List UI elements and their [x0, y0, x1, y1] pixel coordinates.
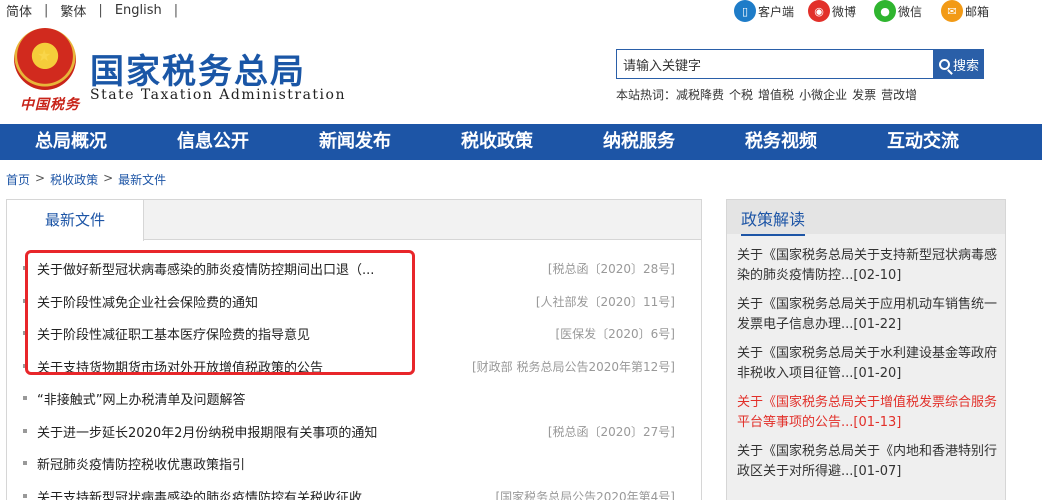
breadcrumb-separator: >: [35, 171, 46, 185]
list-item[interactable]: 关于支持新型冠状病毒感染的肺炎疫情防控有关税收征收... [国家税务总局公告20…: [7, 480, 701, 500]
main-nav: 总局概况 信息公开 新闻发布 税收政策 纳税服务 税务视频 互动交流: [0, 124, 1042, 160]
search-input[interactable]: [616, 49, 934, 79]
document-list: 关于做好新型冠状病毒感染的肺炎疫情防控期间出口退（... [税总函〔2020〕2…: [7, 252, 701, 500]
national-emblem-logo: ★: [14, 28, 76, 90]
document-title-link[interactable]: 关于进一步延长2020年2月份纳税申报期限有关事项的通知: [37, 422, 377, 441]
search-icon: [938, 58, 950, 70]
site-title[interactable]: 国家税务总局: [90, 44, 306, 93]
wechat-icon: ●: [874, 0, 896, 22]
weibo-icon: ◉: [808, 0, 830, 22]
tab-latest-documents[interactable]: 最新文件: [7, 200, 144, 241]
bullet: [23, 331, 27, 335]
site-header: ★ 中国税务 国家税务总局 State Taxation Administrat…: [0, 22, 1042, 124]
nav-item-tax-video[interactable]: 税务视频: [710, 124, 852, 160]
wechat-link[interactable]: ● 微信: [874, 0, 922, 22]
document-title-link[interactable]: 关于做好新型冠状病毒感染的肺炎疫情防控期间出口退（...: [37, 259, 374, 278]
lang-simplified-link[interactable]: 简体: [6, 1, 32, 20]
bullet: [23, 493, 27, 498]
lang-traditional-link[interactable]: 繁体: [60, 1, 86, 20]
list-item[interactable]: 关于进一步延长2020年2月份纳税申报期限有关事项的通知 [税总函〔2020〕2…: [7, 415, 701, 448]
nav-item-tax-policy[interactable]: 税收政策: [426, 124, 568, 160]
interpretation-list: 关于《国家税务总局关于支持新型冠状病毒感染的肺炎疫情防控...[02-10] 关…: [737, 246, 999, 491]
bullet: [23, 428, 27, 433]
mail-label: 邮箱: [965, 4, 990, 19]
lang-english-link[interactable]: English: [115, 3, 162, 18]
list-item[interactable]: 关于阶段性减免企业社会保险费的通知 [人社部发〔2020〕11号]: [7, 285, 701, 318]
latest-documents-panel: 最新文件 关于做好新型冠状病毒感染的肺炎疫情防控期间出口退（... [税总函〔2…: [6, 199, 702, 500]
hot-words-label: 本站热词：: [616, 88, 677, 102]
divider: |: [44, 3, 49, 18]
hot-words: 本站热词： 减税降费 个税 增值税 小微企业 发票 营改增: [616, 86, 922, 103]
client-app-link[interactable]: ▯ 客户端: [734, 0, 794, 22]
breadcrumb-separator: >: [103, 171, 114, 185]
nav-item-overview[interactable]: 总局概况: [0, 124, 142, 160]
divider: |: [98, 3, 103, 18]
weibo-label: 微博: [832, 4, 857, 19]
document-title-link[interactable]: 关于支持新型冠状病毒感染的肺炎疫情防控有关税收征收...: [37, 487, 374, 500]
mail-icon: ✉: [941, 0, 963, 22]
side-panel-title[interactable]: 政策解读: [741, 206, 806, 236]
star-icon: ★: [37, 46, 52, 65]
document-code: [医保发〔2020〕6号]: [555, 327, 675, 341]
emblem-caption: 中国税务: [20, 97, 80, 113]
client-app-label: 客户端: [758, 4, 795, 19]
interpretation-link[interactable]: 关于《国家税务总局关于应用机动车销售统一发票电子信息办理...[01-22]: [737, 295, 999, 335]
interpretation-link-highlighted[interactable]: 关于《国家税务总局关于增值税发票综合服务平台等事项的公告...[01-13]: [737, 393, 999, 433]
nav-item-news[interactable]: 新闻发布: [284, 124, 426, 160]
interpretation-link[interactable]: 关于《国家税务总局关于支持新型冠状病毒感染的肺炎疫情防控...[02-10]: [737, 246, 999, 286]
list-item[interactable]: 关于阶段性减征职工基本医疗保险费的指导意见 [医保发〔2020〕6号]: [7, 317, 701, 350]
breadcrumb-home-link[interactable]: 首页: [6, 171, 30, 188]
top-bar: 简体 | 繁体 | English | ▯ 客户端 ◉ 微博 ● 微信 ✉ 邮箱: [0, 0, 1042, 22]
hot-word-link[interactable]: 增值税: [758, 86, 794, 103]
bullet: [23, 461, 27, 465]
tab-strip: 最新文件: [7, 200, 701, 241]
document-title-link[interactable]: 关于阶段性减免企业社会保险费的通知: [37, 292, 258, 311]
language-switcher: 简体 | 繁体 | English |: [6, 1, 190, 20]
interpretation-link[interactable]: 关于《国家税务总局关于水利建设基金等政府非税收入项目征管...[01-20]: [737, 344, 999, 384]
search-button[interactable]: 搜索: [934, 49, 984, 79]
interpretation-link[interactable]: 关于《国家税务总局关于《内地和香港特别行政区关于对所得避...[01-07]: [737, 442, 999, 482]
document-code: [税总函〔2020〕27号]: [547, 424, 675, 439]
breadcrumb: 首页 > 税收政策 > 最新文件: [6, 171, 166, 188]
search-button-label: 搜索: [952, 58, 979, 74]
list-item[interactable]: 关于支持货物期货市场对外开放增值税政策的公告 [财政部 税务总局公告2020年第…: [7, 350, 701, 383]
nav-item-interaction[interactable]: 互动交流: [852, 124, 994, 160]
document-code: [人社部发〔2020〕11号]: [535, 294, 675, 309]
wechat-label: 微信: [898, 4, 923, 19]
nav-item-disclosure[interactable]: 信息公开: [142, 124, 284, 160]
hot-word-link[interactable]: 减税降费: [676, 86, 724, 103]
nav-item-taxpayer-service[interactable]: 纳税服务: [568, 124, 710, 160]
mail-link[interactable]: ✉ 邮箱: [941, 0, 989, 22]
hot-word-link[interactable]: 个税: [729, 86, 753, 103]
document-code: [国家税务总局公告2020年第4号]: [495, 489, 675, 500]
list-item[interactable]: 关于做好新型冠状病毒感染的肺炎疫情防控期间出口退（... [税总函〔2020〕2…: [7, 252, 701, 285]
document-title-link[interactable]: 关于支持货物期货市场对外开放增值税政策的公告: [37, 357, 323, 376]
divider: |: [173, 3, 179, 18]
side-panel-header: 政策解读: [727, 200, 1005, 236]
hot-word-link[interactable]: 营改增: [881, 86, 917, 103]
document-title-link[interactable]: 关于阶段性减征职工基本医疗保险费的指导意见: [37, 324, 310, 343]
list-item[interactable]: 新冠肺炎疫情防控税收优惠政策指引: [7, 447, 701, 480]
breadcrumb-latest-docs-link[interactable]: 最新文件: [118, 171, 166, 188]
document-code: [财政部 税务总局公告2020年第12号]: [472, 359, 675, 374]
bullet: [23, 363, 27, 368]
document-title-link[interactable]: “非接触式”网上办税清单及问题解答: [37, 389, 245, 408]
bullet: [23, 298, 27, 303]
bullet: [23, 266, 27, 270]
hot-word-link[interactable]: 小微企业: [799, 86, 847, 103]
bullet: [23, 396, 27, 400]
policy-interpretation-panel: 政策解读 关于《国家税务总局关于支持新型冠状病毒感染的肺炎疫情防控...[02-…: [726, 199, 1006, 500]
document-code: [税总函〔2020〕28号]: [547, 262, 675, 276]
site-subtitle: State Taxation Administration: [90, 87, 346, 103]
list-item[interactable]: “非接触式”网上办税清单及问题解答: [7, 382, 701, 415]
document-title-link[interactable]: 新冠肺炎疫情防控税收优惠政策指引: [37, 454, 245, 473]
breadcrumb-tax-policy-link[interactable]: 税收政策: [50, 171, 98, 188]
weibo-link[interactable]: ◉ 微博: [808, 0, 856, 22]
mobile-icon: ▯: [734, 0, 756, 22]
hot-word-link[interactable]: 发票: [852, 86, 876, 103]
